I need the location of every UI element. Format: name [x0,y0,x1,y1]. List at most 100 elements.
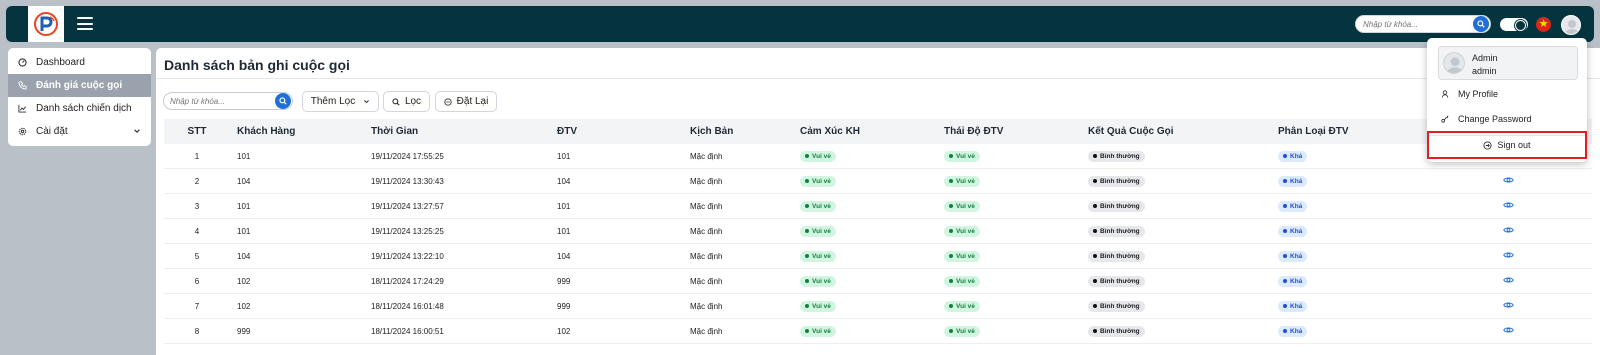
badge-label: Bình thường [1100,202,1140,210]
sidebar-item-call-evaluation[interactable]: Đánh giá cuộc gọi [8,74,151,97]
sidebar-item-dashboard[interactable]: Dashboard [8,51,151,74]
cell-agent-attitude: Vui vẻ [944,225,1088,237]
sidebar-item-settings[interactable]: Cài đặt [8,120,151,143]
column-header[interactable]: Phân Loại ĐTV [1278,126,1443,137]
cell-script: Mặc định [690,251,723,261]
key-icon [1441,115,1449,123]
cell-agent: 104 [557,176,571,186]
my-profile-item[interactable]: My Profile [1438,85,1578,103]
cell-customer-emotion: Vui vẻ [800,200,944,212]
cell-script: Mặc định [690,301,723,311]
logo-icon [34,12,58,36]
add-filter-button[interactable]: Thêm Lọc [302,91,379,112]
table-row: 2 104 19/11/2024 13:30:43 104 Mặc định Vui vẻ… [164,169,1592,194]
view-eye-icon[interactable] [1502,201,1514,209]
column-header[interactable]: ĐTV [557,126,690,137]
app-logo[interactable] [28,6,64,42]
column-header[interactable]: Kết Quả Cuộc Gọi [1088,126,1278,137]
column-header[interactable]: Kịch Bản [690,126,800,137]
cell-script: Mặc định [690,201,723,211]
badge-label: Vui vẻ [812,177,831,185]
badge-label: Khá [1290,277,1303,285]
sidebar-item-campaigns[interactable]: Danh sách chiến dịch [8,97,151,120]
sidebar-item-label: Đánh giá cuộc gọi [36,80,123,91]
search-icon [279,97,287,105]
cell-time: 18/11/2024 16:00:51 [371,326,444,336]
view-eye-icon[interactable] [1502,276,1514,284]
column-header[interactable]: Thời Gian [371,126,557,137]
table-row: 5 104 19/11/2024 13:22:10 104 Mặc định Vui vẻ… [164,244,1592,269]
table-row: 1 101 19/11/2024 17:55:25 101 Mặc định Vui vẻ… [164,144,1592,169]
cell-agent-attitude: Vui vẻ [944,175,1088,187]
cell-customer-emotion: Vui vẻ [800,150,944,162]
view-eye-icon[interactable] [1502,251,1514,259]
badge-label: Bình thường [1100,177,1140,185]
table-body: 1 101 19/11/2024 17:55:25 101 Mặc định Vui vẻ… [164,144,1592,344]
cell-script: Mặc định [690,226,723,236]
call-records-table: STT Khách Hàng Thời Gian ĐTV Kịch Bản Cả… [164,119,1592,344]
sign-out-button[interactable]: Sign out [1427,131,1587,159]
cell-agent-rating: Khá [1278,225,1443,237]
badge-label: Vui vẻ [956,302,975,310]
main-panel: Danh sách bản ghi cuộc gọi Thêm Lọc Lọc … [156,48,1600,355]
change-password-item[interactable]: Change Password [1438,110,1578,128]
view-eye-icon[interactable] [1502,176,1514,184]
column-header[interactable]: Cảm Xúc KH [800,126,944,137]
avatar [1443,52,1465,74]
cell-agent: 999 [557,276,571,286]
filter-button[interactable]: Lọc [383,91,430,112]
table-search-button[interactable] [275,93,291,109]
cell-customer: 104 [237,251,251,261]
cell-call-result: Bình thường [1088,250,1278,262]
theme-toggle[interactable] [1500,18,1528,31]
menu-toggle-icon[interactable] [77,17,93,30]
reset-button[interactable]: Đặt Lại [435,91,497,112]
status-badge: Vui vẻ [800,175,836,187]
status-badge: Khá [1278,225,1308,237]
table-search [163,92,293,110]
chevron-down-icon [363,98,370,105]
table-row: 3 101 19/11/2024 13:27:57 101 Mặc định Vui vẻ… [164,194,1592,219]
column-header[interactable]: Khách Hàng [230,126,371,137]
view-eye-icon[interactable] [1502,226,1514,234]
cell-agent-attitude: Vui vẻ [944,275,1088,287]
badge-label: Bình thường [1100,302,1140,310]
status-badge: Vui vẻ [800,275,836,287]
view-eye-icon[interactable] [1502,326,1514,334]
badge-label: Vui vẻ [812,327,831,335]
cell-actions [1443,176,1573,186]
badge-label: Vui vẻ [812,152,831,160]
page-title: Danh sách bản ghi cuộc gọi [164,57,350,73]
cell-agent: 101 [557,226,571,236]
user-avatar[interactable] [1561,15,1581,35]
status-badge: Khá [1278,300,1308,312]
status-badge: Vui vẻ [800,250,836,262]
badge-label: Bình thường [1100,327,1140,335]
cell-agent: 999 [557,301,571,311]
header-search-button[interactable] [1473,16,1489,32]
badge-label: Vui vẻ [956,327,975,335]
phone-icon [18,81,27,90]
cell-actions [1443,226,1573,236]
cell-agent-attitude: Vui vẻ [944,250,1088,262]
badge-label: Vui vẻ [956,227,975,235]
chart-icon [18,104,27,113]
search-icon [392,97,400,106]
status-badge: Khá [1278,325,1308,337]
cell-call-result: Bình thường [1088,150,1278,162]
cell-stt: 5 [194,251,200,261]
cell-customer: 101 [237,151,251,161]
view-eye-icon[interactable] [1502,301,1514,309]
status-badge: Khá [1278,200,1308,212]
vietnam-flag-icon[interactable]: ★ [1536,17,1551,32]
user-username: admin [1472,66,1497,76]
header-search-input[interactable] [1363,18,1467,31]
badge-label: Khá [1290,152,1303,160]
status-badge: Vui vẻ [800,325,836,337]
cell-customer: 104 [237,176,251,186]
column-header[interactable]: STT [164,126,230,137]
column-header[interactable]: Thái Độ ĐTV [944,126,1088,137]
table-search-input[interactable] [170,95,270,108]
cell-time: 19/11/2024 13:25:25 [371,226,444,236]
sign-out-icon [1483,140,1493,150]
